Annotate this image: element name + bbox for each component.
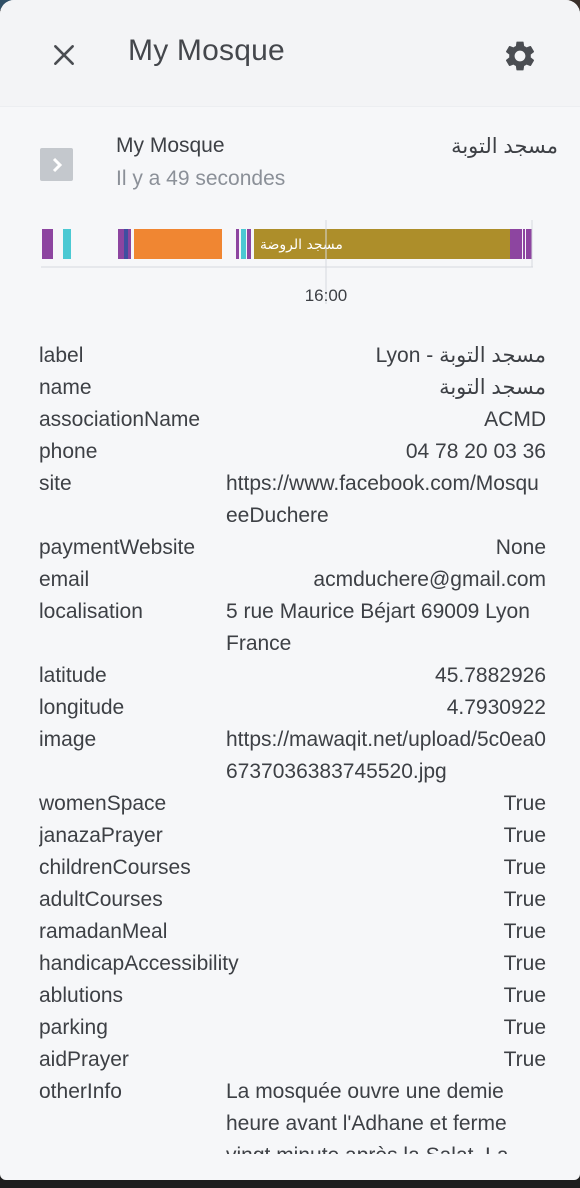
chevron-right-icon bbox=[52, 157, 62, 172]
attribute-row-site: site https://www.facebook.com/MosqueeDuc… bbox=[39, 468, 546, 532]
attribute-value: True bbox=[503, 792, 546, 815]
attribute-value: 45.7882926 bbox=[435, 664, 546, 687]
attribute-row-aid-prayer: aidPrayer True bbox=[39, 1044, 546, 1076]
attribute-key: childrenCourses bbox=[39, 856, 191, 879]
attribute-value: Lyon - مسجد التوبة bbox=[375, 344, 546, 367]
attribute-row-adult-courses: adultCourses True bbox=[39, 884, 546, 916]
entity-state: مسجد التوبة bbox=[451, 135, 558, 158]
attribute-value: True bbox=[503, 856, 546, 879]
attribute-key: site bbox=[39, 472, 72, 495]
attribute-key: ablutions bbox=[39, 984, 124, 1007]
attribute-row-longitude: longitude 4.7930922 bbox=[39, 692, 546, 724]
attribute-value: True bbox=[503, 824, 546, 847]
attribute-key: adultCourses bbox=[39, 888, 163, 911]
attribute-key: paymentWebsite bbox=[39, 536, 196, 559]
gear-icon bbox=[505, 41, 535, 71]
attribute-value: True bbox=[503, 1016, 546, 1039]
attributes-list: label Lyon - مسجد التوبة name مسجد التوب… bbox=[39, 340, 546, 1154]
attribute-row-payment-website: paymentWebsite None bbox=[39, 532, 546, 564]
attribute-value: None bbox=[495, 536, 546, 559]
attribute-key: ramadanMeal bbox=[39, 920, 168, 943]
timeline-segment bbox=[134, 229, 222, 259]
attribute-row-ramadan-meal: ramadanMeal True bbox=[39, 916, 546, 948]
attribute-row-association-name: associationName ACMD bbox=[39, 404, 546, 436]
attribute-row-parking: parking True bbox=[39, 1012, 546, 1044]
attribute-row-image: image https://mawaqit.net/upload/5c0ea06… bbox=[39, 724, 546, 788]
timeline-segment bbox=[124, 229, 128, 259]
close-button[interactable] bbox=[40, 36, 88, 74]
attribute-value: ACMD bbox=[484, 408, 546, 431]
attribute-value[interactable]: https://www.facebook.com/MosqueeDuchere bbox=[226, 468, 546, 532]
settings-button[interactable] bbox=[498, 34, 542, 78]
history-timeline[interactable]: مسجد الروضة 16:00 bbox=[41, 214, 534, 314]
attribute-value: True bbox=[503, 1048, 546, 1071]
expand-button[interactable] bbox=[40, 148, 73, 181]
attribute-key: handicapAccessibility bbox=[39, 952, 239, 975]
attribute-key: label bbox=[39, 344, 84, 367]
attribute-row-ablutions: ablutions True bbox=[39, 980, 546, 1012]
attribute-key: otherInfo bbox=[39, 1080, 122, 1103]
attribute-value: acmduchere@gmail.com bbox=[313, 568, 546, 591]
attribute-key: janazaPrayer bbox=[39, 824, 163, 847]
timeline-segment bbox=[236, 229, 239, 259]
attribute-key: image bbox=[39, 728, 97, 751]
attribute-row-email: email acmduchere@gmail.com bbox=[39, 564, 546, 596]
attribute-value: True bbox=[503, 984, 546, 1007]
entity-name: My Mosque bbox=[116, 134, 225, 157]
attribute-row-women-space: womenSpace True bbox=[39, 788, 546, 820]
last-changed-text: Il y a 49 secondes bbox=[116, 167, 286, 190]
timeline-segment bbox=[510, 229, 522, 259]
attribute-value: La mosquée ouvre une demie heure avant l… bbox=[226, 1080, 509, 1154]
attribute-row-other-info: otherInfo La mosquée ouvre une demie heu… bbox=[39, 1076, 546, 1154]
attribute-key: latitude bbox=[39, 664, 107, 687]
attribute-key: womenSpace bbox=[39, 792, 167, 815]
attribute-row-label: label Lyon - مسجد التوبة bbox=[39, 340, 546, 372]
attribute-row-children-courses: childrenCourses True bbox=[39, 852, 546, 884]
dialog-header: My Mosque bbox=[0, 0, 580, 107]
attribute-row-phone: phone 04 78 20 03 36 bbox=[39, 436, 546, 468]
attribute-value: True bbox=[503, 888, 546, 911]
timeline-segment bbox=[523, 229, 525, 259]
more-info-dialog: My Mosque My Mosque Il y a 49 secondes م… bbox=[0, 0, 580, 1180]
attribute-value: True bbox=[503, 952, 546, 975]
timeline-segment bbox=[63, 229, 71, 259]
attribute-value: 04 78 20 03 36 bbox=[405, 440, 546, 463]
attribute-key: email bbox=[39, 568, 90, 591]
attribute-key: name bbox=[39, 376, 92, 399]
timeline-segment-label: مسجد الروضة bbox=[260, 237, 343, 253]
attribute-key: associationName bbox=[39, 408, 201, 431]
attribute-key: parking bbox=[39, 1016, 108, 1039]
attribute-value: True bbox=[503, 920, 546, 943]
dialog-title: My Mosque bbox=[128, 34, 285, 67]
attribute-row-localisation: localisation 5 rue Maurice Béjart 69009 … bbox=[39, 596, 546, 660]
attribute-value: 5 rue Maurice Béjart 69009 Lyon France bbox=[226, 600, 530, 655]
timeline-tick-label: 16:00 bbox=[305, 286, 348, 305]
attribute-value[interactable]: https://mawaqit.net/upload/5c0ea06737036… bbox=[226, 724, 546, 788]
attribute-row-name: name مسجد التوبة bbox=[39, 372, 546, 404]
timeline-segment bbox=[247, 229, 251, 259]
attribute-row-janaza-prayer: janazaPrayer True bbox=[39, 820, 546, 852]
attribute-row-handicap-accessibility: handicapAccessibility True bbox=[39, 948, 546, 980]
timeline-segment bbox=[42, 229, 53, 259]
attribute-value: 4.7930922 bbox=[446, 696, 546, 719]
timeline-segment bbox=[128, 229, 131, 259]
timeline-segment bbox=[118, 229, 124, 259]
attribute-key: aidPrayer bbox=[39, 1048, 129, 1071]
attribute-key: phone bbox=[39, 440, 98, 463]
entity-row: My Mosque Il y a 49 secondes مسجد التوبة bbox=[0, 130, 580, 200]
attribute-row-latitude: latitude 45.7882926 bbox=[39, 660, 546, 692]
timeline-segment bbox=[526, 229, 532, 259]
timeline-segment bbox=[241, 229, 246, 259]
attribute-key: longitude bbox=[39, 696, 125, 719]
attribute-key: localisation bbox=[39, 600, 143, 623]
attribute-value: مسجد التوبة bbox=[439, 376, 546, 399]
close-icon bbox=[54, 45, 74, 65]
